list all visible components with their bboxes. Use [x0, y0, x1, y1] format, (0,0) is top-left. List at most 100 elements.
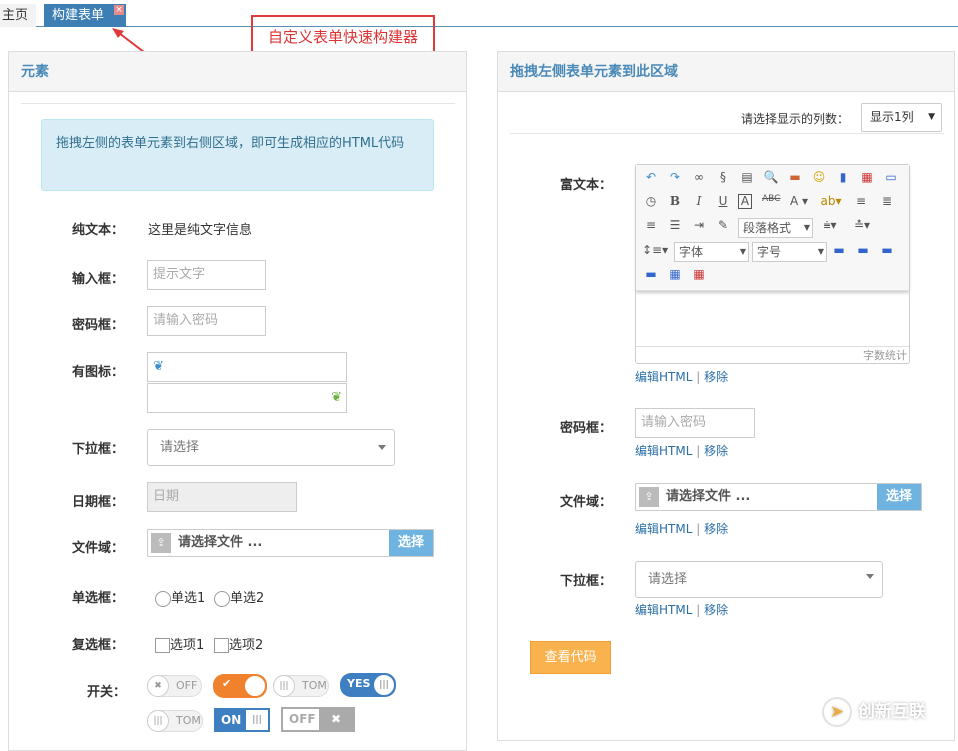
print-icon[interactable]: ▤ [738, 170, 756, 184]
paragraph-spacing-bottom-icon[interactable]: ≛▾ [848, 218, 876, 232]
columns-select[interactable]: 显示1列 ▼ [861, 103, 942, 132]
clock-icon[interactable]: ◷ [642, 194, 660, 208]
image-icon[interactable]: ▬ [786, 170, 804, 184]
check-icon: ✔ [222, 677, 232, 690]
emoji-icon[interactable]: ☺ [810, 170, 828, 184]
view-code-button[interactable]: 查看代码 [530, 641, 611, 674]
columns-value: 显示1列 [870, 110, 914, 124]
file-input[interactable]: ⇪ 请选择文件 ... 选择 [635, 483, 922, 511]
rich-text-editor[interactable]: ↶ ↷ ∞ § ▤ 🔍 ▬ ☺ ▮ ▦ ▭ ◷ B I U A ABC A ▾ … [635, 164, 910, 364]
switch-tom-2[interactable]: ||| TOM [147, 710, 203, 732]
paragraph-format-select[interactable]: 段落格式 ▼ [738, 218, 813, 238]
image-right-icon[interactable]: ▬ [854, 243, 872, 257]
underline-icon[interactable]: U [714, 194, 732, 208]
password-input[interactable]: 请输入密码 [147, 306, 266, 336]
file-text: 请选择文件 ... [178, 535, 263, 550]
grip-icon: ||| [373, 674, 395, 696]
password-label: 密码框： [560, 421, 613, 436]
highlight-icon[interactable]: ab▾ [816, 194, 846, 208]
remove-link[interactable]: 移除 [704, 603, 728, 617]
align-right-icon[interactable]: ≡ [642, 218, 660, 232]
checkbox-2[interactable]: 选项2 [214, 634, 263, 653]
video-icon[interactable]: ▮ [834, 170, 852, 184]
delete-table-icon[interactable]: ▦ [690, 267, 708, 281]
edit-html-link[interactable]: 编辑HTML [635, 603, 692, 617]
strikethrough-icon[interactable]: ABC [762, 194, 780, 204]
link-icon[interactable]: ∞ [690, 170, 708, 184]
richtext-label: 富文本： [560, 178, 613, 193]
file-input[interactable]: ⇪ 请选择文件 ... 选择 [147, 529, 434, 557]
align-left-icon[interactable]: ≡ [852, 194, 870, 208]
switch-off-square[interactable]: OFF ✖ [281, 707, 355, 732]
caret-down-icon: ▼ [817, 247, 824, 256]
paragraph-spacing-top-icon[interactable]: ⩧▾ [816, 218, 844, 233]
edit-html-link[interactable]: 编辑HTML [635, 370, 692, 384]
italic-icon[interactable]: I [690, 194, 708, 208]
select-dropdown[interactable]: 请选择 [147, 429, 395, 466]
line-height-icon[interactable]: ↕≡▾ [642, 243, 668, 257]
leaf-icon: ❦ [331, 390, 342, 405]
indent-icon[interactable]: ⇥ [690, 218, 708, 232]
password-label: 密码框： [72, 318, 125, 333]
monitor-icon[interactable]: ▭ [882, 170, 900, 184]
remove-link[interactable]: 移除 [704, 444, 728, 458]
text-input[interactable]: 提示文字 [147, 260, 266, 290]
date-input[interactable]: 日期 [147, 482, 297, 512]
checkbox-1[interactable]: 选项1 [155, 634, 204, 653]
caret-down-icon: ▼ [739, 247, 746, 256]
remove-link[interactable]: 移除 [704, 522, 728, 536]
file-choose-button[interactable]: 选择 [389, 530, 433, 556]
border-icon[interactable]: A [738, 194, 752, 209]
paragraph-format-value: 段落格式 [743, 221, 792, 235]
checkbox-2-label: 选项2 [229, 638, 264, 653]
switch-off[interactable]: ✖ OFF [147, 675, 202, 697]
file-choose-button[interactable]: 选择 [877, 484, 921, 510]
font-color-icon[interactable]: A ▾ [786, 194, 812, 208]
grip-icon: ||| [246, 710, 268, 730]
preview-icon[interactable]: 🔍 [762, 170, 780, 184]
switch-yes[interactable]: YES ||| [340, 673, 396, 697]
tab-label: 构建表单 [52, 8, 105, 23]
remove-link[interactable]: 移除 [704, 370, 728, 384]
file-label: 文件域： [72, 541, 125, 556]
align-center-icon[interactable]: ≣ [878, 194, 896, 208]
redo-icon[interactable]: ↷ [666, 170, 684, 184]
image-left-icon[interactable]: ▬ [830, 243, 848, 257]
input-label: 输入框： [72, 272, 125, 287]
switch-on[interactable]: ON ||| [214, 708, 270, 732]
select-dropdown[interactable]: 请选择 [635, 561, 883, 598]
edit-html-link[interactable]: 编辑HTML [635, 444, 692, 458]
unlink-icon[interactable]: § [714, 170, 732, 184]
radio-1[interactable]: 单选1 [155, 587, 205, 607]
font-size-select[interactable]: 字号 ▼ [752, 242, 827, 262]
font-family-select[interactable]: 字体 ▼ [674, 242, 749, 262]
info-alert: 拖拽左侧的表单元素到右侧区域，即可生成相应的HTML代码 [41, 119, 434, 191]
icon-input-right[interactable]: ❦ [147, 383, 347, 413]
password-input[interactable]: 请输入密码 [635, 408, 755, 438]
switch-checked[interactable]: ✔ [213, 674, 267, 698]
bold-icon[interactable]: B [666, 194, 684, 208]
caret-down-icon [378, 445, 386, 450]
select-value: 请选择 [648, 572, 688, 587]
close-icon[interactable]: × [114, 5, 125, 15]
radio-2[interactable]: 单选2 [214, 587, 264, 607]
x-icon: ✖ [319, 709, 353, 730]
image-center-icon[interactable]: ▬ [642, 267, 660, 281]
image-none-icon[interactable]: ▬ [878, 243, 896, 257]
switch-tom[interactable]: ||| TOM [273, 675, 329, 697]
x-icon: ✖ [147, 675, 169, 697]
insert-table-icon[interactable]: ▦ [666, 267, 684, 281]
switch-text: OFF [289, 712, 316, 726]
edit-html-link[interactable]: 编辑HTML [635, 522, 692, 536]
select-label: 下拉框： [560, 574, 613, 589]
justify-icon[interactable]: ☰ [666, 218, 684, 232]
tab-home[interactable]: 主页 [0, 4, 37, 27]
calendar-icon[interactable]: ▦ [858, 170, 876, 184]
undo-icon[interactable]: ↶ [642, 170, 660, 184]
eraser-icon[interactable]: ✎ [714, 218, 732, 232]
file-actions: 编辑HTML | 移除 [635, 520, 728, 537]
icon-input-left[interactable]: ❦ [147, 352, 347, 382]
radio-2-label: 单选2 [230, 591, 265, 606]
watermark: ➤ 创新互联 [822, 697, 926, 727]
tab-build-form[interactable]: 构建表单 × [44, 4, 127, 27]
